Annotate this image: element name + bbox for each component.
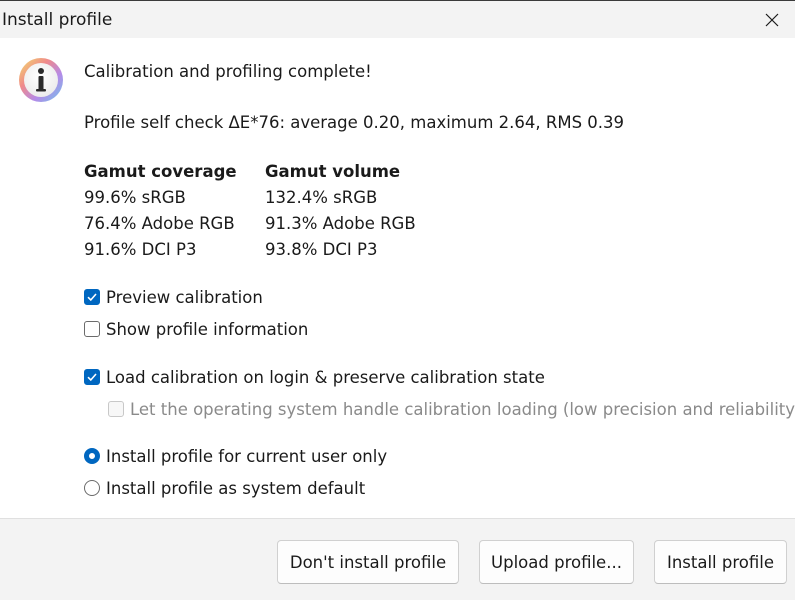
- install-system-default-radio[interactable]: [84, 480, 100, 496]
- title-bar: Install profile: [0, 0, 795, 38]
- gamut-volume-adobe-rgb: 91.3% Adobe RGB: [265, 214, 416, 233]
- completion-heading: Calibration and profiling complete!: [84, 62, 372, 81]
- install-current-user-radio[interactable]: [84, 448, 100, 464]
- gamut-coverage-header: Gamut coverage: [84, 162, 237, 181]
- install-system-default-label[interactable]: Install profile as system default: [106, 479, 365, 498]
- install-current-user-label[interactable]: Install profile for current user only: [106, 447, 387, 466]
- gamut-coverage-adobe-rgb: 76.4% Adobe RGB: [84, 214, 235, 233]
- gamut-volume-dci-p3: 93.8% DCI P3: [265, 240, 378, 259]
- preview-calibration-label[interactable]: Preview calibration: [106, 288, 263, 307]
- dialog-footer: Don't install profile Upload profile... …: [0, 518, 795, 600]
- dont-install-profile-button[interactable]: Don't install profile: [277, 540, 459, 584]
- show-profile-information-checkbox[interactable]: [84, 321, 100, 337]
- os-calibration-loading-label: Let the operating system handle calibrat…: [130, 400, 795, 419]
- dialog-content: Calibration and profiling complete! Prof…: [0, 38, 795, 518]
- gamut-volume-header: Gamut volume: [265, 162, 401, 181]
- checkmark-icon: [87, 373, 97, 382]
- window-title: Install profile: [2, 10, 113, 30]
- gamut-coverage-dci-p3: 91.6% DCI P3: [84, 240, 197, 259]
- upload-profile-button[interactable]: Upload profile...: [479, 540, 634, 584]
- gamut-volume-srgb: 132.4% sRGB: [265, 188, 378, 207]
- load-calibration-label[interactable]: Load calibration on login & preserve cal…: [106, 368, 545, 387]
- os-calibration-loading-checkbox: [108, 401, 124, 417]
- preview-calibration-checkbox[interactable]: [84, 289, 100, 305]
- info-icon: [19, 58, 63, 102]
- gamut-coverage-srgb: 99.6% sRGB: [84, 188, 186, 207]
- install-profile-button[interactable]: Install profile: [654, 540, 787, 584]
- self-check-text: Profile self check ΔE*76: average 0.20, …: [84, 113, 625, 132]
- close-button[interactable]: [749, 1, 795, 38]
- close-icon: [765, 13, 779, 26]
- checkmark-icon: [87, 293, 97, 302]
- load-calibration-checkbox[interactable]: [84, 369, 100, 385]
- show-profile-information-label[interactable]: Show profile information: [106, 320, 308, 339]
